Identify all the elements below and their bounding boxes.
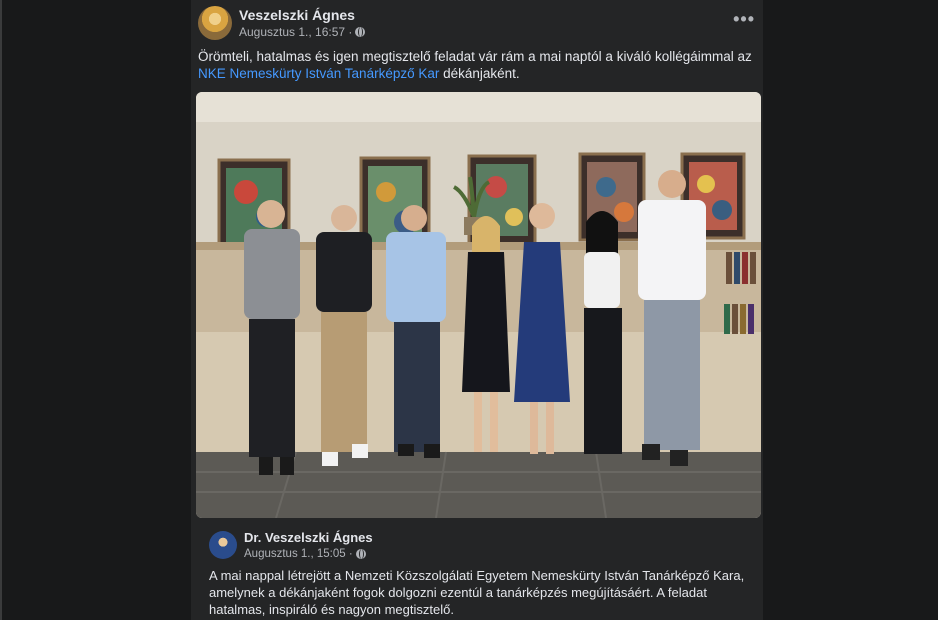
post-text-after: dékánjaként. (439, 66, 520, 81)
post-photo[interactable] (196, 92, 761, 518)
author-avatar[interactable] (198, 6, 232, 40)
person (316, 205, 372, 466)
person (584, 211, 622, 454)
person (386, 205, 446, 458)
post-text: Örömteli, hatalmas és igen megtisztelő f… (198, 48, 756, 82)
faculty-link[interactable]: NKE Nemeskürty István Tanárképző Kar (198, 66, 439, 81)
person (244, 200, 300, 475)
shared-post-meta: Augusztus 1., 15:05 · (244, 548, 366, 560)
post-header: Veszelszki Ágnes Augusztus 1., 16:57 · •… (191, 0, 763, 42)
post-text-before: Örömteli, hatalmas és igen megtisztelő f… (198, 49, 752, 64)
facebook-post: Veszelszki Ágnes Augusztus 1., 16:57 · •… (191, 0, 763, 620)
shared-author-avatar[interactable] (209, 531, 237, 559)
shared-post-date[interactable]: Augusztus 1., 15:05 · (244, 548, 353, 560)
person (638, 170, 706, 466)
window-edge (0, 0, 2, 620)
shared-post-text: A mai nappal létrejött a Nemzeti Közszol… (209, 568, 745, 617)
post-meta: Augusztus 1., 16:57 · (239, 25, 366, 39)
post-date[interactable]: Augusztus 1., 16:57 · (239, 25, 352, 39)
globe-icon (355, 27, 366, 37)
more-options-button[interactable]: ••• (733, 9, 755, 30)
globe-icon (355, 549, 366, 559)
author-name[interactable]: Veszelszki Ágnes (239, 7, 355, 23)
shared-author-name[interactable]: Dr. Veszelszki Ágnes (244, 530, 373, 545)
shared-post[interactable]: Dr. Veszelszki Ágnes Augusztus 1., 15:05… (196, 518, 761, 620)
